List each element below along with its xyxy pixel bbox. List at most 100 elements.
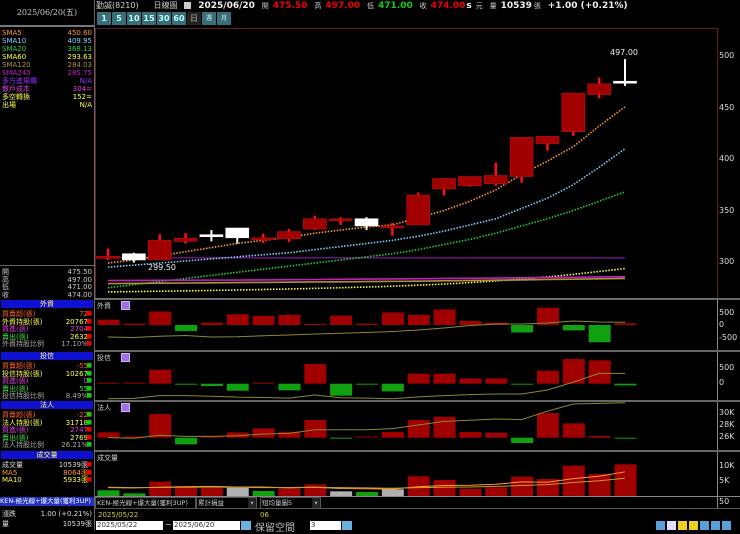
ma-row: SMA20 368.13: [2, 45, 92, 53]
chevron-down-icon[interactable]: ▾: [312, 498, 320, 508]
period-button[interactable]: 5: [112, 12, 126, 25]
close-value: 474.00: [430, 1, 466, 11]
pnl-dropdown[interactable]: 累計損益 ▾: [196, 497, 257, 509]
from-date-input[interactable]: 2025/05/22: [96, 521, 163, 530]
ohlc-row: 收 474.00: [2, 291, 92, 299]
candle-body: [406, 194, 431, 226]
foreign-panel-title: 外資: [97, 302, 111, 310]
reserve-input[interactable]: 3: [310, 521, 341, 530]
clock-icon[interactable]: [667, 521, 676, 530]
info-sidebar: 2025/06/20(五) SMA5 450.60 SMA10 409.95 SMA20…: [0, 0, 95, 530]
arrow-up-icon: ■: [86, 340, 92, 348]
zoom-icon[interactable]: [700, 521, 709, 530]
trust-bar: [252, 382, 275, 384]
high-annotation: 497.00: [610, 48, 638, 58]
chevron-down-icon[interactable]: ▾: [248, 498, 256, 508]
section-header: 外資: [1, 300, 93, 308]
inst-tick: 26K: [719, 432, 735, 441]
volume-bar: [304, 484, 327, 496]
period-button[interactable]: 週: [202, 12, 216, 25]
to-date-input[interactable]: 2025/06/20: [173, 521, 240, 530]
candle-body: [96, 256, 120, 259]
level-value: N/A: [79, 77, 92, 85]
menu-icon[interactable]: [121, 353, 130, 362]
inst-bar: [149, 414, 172, 438]
settings-icon[interactable]: [711, 521, 720, 530]
volume-ma-dropdown[interactable]: 短均量圖5 ▾: [260, 497, 321, 509]
volume-bar: [200, 487, 223, 496]
extra-tick: 50: [719, 497, 730, 506]
foreign-bar: [614, 323, 637, 325]
menu-icon[interactable]: [121, 301, 130, 310]
candle-body: [509, 137, 534, 177]
high-label: 高: [314, 2, 322, 10]
change-value: +1.00 (+0.21%): [547, 1, 628, 11]
foreign-bar: [149, 311, 172, 325]
toolbar-icon-1[interactable]: [656, 521, 665, 530]
volume-bar: [149, 481, 172, 496]
trust-bar: [433, 373, 456, 384]
inst-bar: [381, 432, 404, 438]
period-button[interactable]: 1: [97, 12, 111, 25]
section-header: 投信: [1, 352, 93, 360]
inst-tick: 30K: [719, 408, 735, 417]
candle-body: [225, 227, 250, 239]
chart-canvas[interactable]: [0, 0, 740, 530]
foreign-bar: [381, 312, 404, 325]
quote-date: 2025/06/20: [198, 1, 255, 11]
candle-body: [173, 238, 198, 242]
period-button[interactable]: 10: [127, 12, 141, 25]
period-button[interactable]: 日: [187, 12, 201, 25]
candle-body: [535, 136, 560, 144]
period-button[interactable]: 15: [142, 12, 156, 25]
strategy-dropdown[interactable]: KEN-極光線+爆大量(獲利3UP): [95, 497, 196, 509]
candle-body: [432, 178, 456, 190]
foreign-bar: [200, 322, 223, 325]
apply-range-button[interactable]: [241, 521, 251, 530]
trust-tick: 0: [719, 378, 725, 387]
ma-value: 450.60: [67, 29, 93, 37]
expand-icon[interactable]: [722, 521, 731, 530]
foreign-bar: [330, 315, 353, 325]
foreign-bar: [252, 315, 275, 325]
chart-type: 日線圖: [153, 1, 178, 10]
range-tilde: ~: [165, 520, 172, 529]
trust-bar: [304, 364, 327, 384]
period-button[interactable]: 月: [217, 12, 231, 25]
trust-bar: [175, 383, 198, 385]
strategy-label[interactable]: KEN-極光線+爆大量(獲利3UP): [0, 497, 94, 506]
menu-icon[interactable]: [121, 403, 130, 412]
minus-icon[interactable]: [678, 521, 687, 530]
plus-icon[interactable]: [689, 521, 698, 530]
low-value: 471.00: [378, 1, 413, 11]
reserve-apply-button[interactable]: [342, 521, 352, 530]
volume-bar: [356, 492, 378, 496]
inst-bar: [588, 436, 611, 438]
volume-bar: [123, 493, 146, 496]
candle-body: [277, 231, 301, 240]
foreign-bar: [407, 314, 430, 325]
period-button[interactable]: 30: [157, 12, 171, 25]
foreign-bar: [433, 309, 456, 325]
period-button[interactable]: 60: [172, 12, 186, 25]
section-header: 法人: [1, 401, 93, 409]
ma-value: 285.75: [67, 69, 93, 77]
stat-row: 法人持股比例 26.21% ■: [2, 441, 92, 449]
stat-label: 法人持股比例: [2, 441, 44, 450]
foreign-bar: [123, 323, 146, 325]
inst-bar: [511, 437, 534, 444]
calendar-icon[interactable]: [184, 2, 192, 9]
volume-bar: [97, 490, 120, 496]
ma-row: SMA5 450.60: [2, 29, 92, 37]
stat-row: MA10 5933張 ■: [2, 476, 92, 484]
trust-bar: [97, 382, 120, 384]
section-header: 成交量: [1, 451, 93, 459]
volume-unit: 張: [533, 2, 541, 10]
inst-bar: [330, 437, 353, 439]
ma-line-sma10: [107, 148, 626, 268]
currency-flag: s: [466, 1, 472, 11]
inst-panel-title: 法人: [97, 404, 111, 412]
level-value: 152=: [72, 93, 92, 101]
trust-panel-title: 投信: [97, 354, 111, 362]
candle-body: [147, 240, 172, 261]
